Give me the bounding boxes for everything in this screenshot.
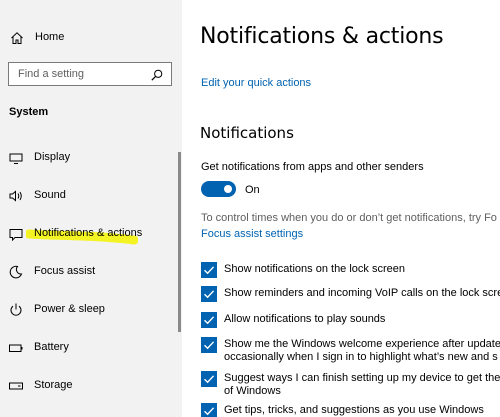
sidebar-home[interactable]: Home	[0, 26, 182, 52]
notifications-heading: Notifications	[200, 124, 294, 142]
sidebar-item-label: Storage	[34, 379, 73, 391]
sidebar-item-label: Battery	[34, 341, 69, 353]
battery-icon	[8, 340, 24, 356]
home-icon	[10, 31, 24, 45]
display-icon	[8, 150, 24, 166]
checkbox-checked-icon[interactable]	[201, 337, 217, 353]
checkbox-checked-icon[interactable]	[201, 371, 217, 387]
get-notifications-label: Get notifications from apps and other se…	[201, 161, 424, 173]
home-label: Home	[35, 31, 65, 43]
checkbox-label: Allow notifications to play sounds	[224, 313, 386, 325]
sidebar-item-label: Notifications & actions	[34, 227, 143, 239]
focus-assist-settings-link[interactable]: Focus assist settings	[201, 228, 303, 240]
search-icon[interactable]	[151, 68, 163, 81]
sidebar-item-battery[interactable]: Battery	[0, 333, 180, 363]
sidebar-item-label: Display	[34, 151, 71, 163]
focus-assist-description: To control times when you do or don’t ge…	[201, 212, 497, 224]
sidebar-item-label: Focus assist	[34, 265, 96, 277]
power-icon	[8, 302, 24, 318]
sidebar-item-focus-assist[interactable]: Focus assist	[0, 257, 180, 287]
checkbox-label: Show reminders and incoming VoIP calls o…	[224, 287, 500, 299]
sidebar: Home Find a setting System Display Sound…	[0, 0, 182, 417]
section-title: System	[9, 106, 49, 118]
storage-icon	[8, 378, 24, 394]
checkbox-checked-icon[interactable]	[201, 262, 217, 278]
focus-assist-icon	[8, 264, 24, 280]
sidebar-item-storage[interactable]: Storage	[0, 371, 180, 401]
page-title: Notifications & actions	[200, 24, 444, 49]
sidebar-item-label: Sound	[34, 189, 66, 201]
toggle-knob	[224, 185, 232, 193]
sound-icon	[8, 188, 24, 204]
sidebar-item-display[interactable]: Display	[0, 143, 180, 173]
checkbox-label: Get tips, tricks, and suggestions as you…	[224, 404, 484, 416]
edit-quick-actions-link[interactable]: Edit your quick actions	[201, 77, 311, 89]
toggle-state-label: On	[245, 184, 260, 196]
checkbox-label: Suggest ways I can finish setting up my …	[224, 372, 500, 397]
checkbox-checked-icon[interactable]	[201, 312, 217, 328]
search-input[interactable]: Find a setting	[8, 62, 172, 86]
notifications-icon	[8, 226, 24, 242]
sidebar-item-sound[interactable]: Sound	[0, 181, 180, 211]
sidebar-scrollbar[interactable]	[178, 152, 181, 332]
checkbox-label: Show notifications on the lock screen	[224, 263, 405, 275]
checkbox-checked-icon[interactable]	[201, 286, 217, 302]
sidebar-item-power-sleep[interactable]: Power & sleep	[0, 295, 180, 325]
search-placeholder: Find a setting	[18, 68, 85, 80]
main-content: Notifications & actions Edit your quick …	[182, 0, 500, 417]
checkbox-label: Show me the Windows welcome experience a…	[224, 338, 500, 363]
sidebar-item-label: Power & sleep	[34, 303, 105, 315]
notifications-toggle[interactable]	[201, 181, 236, 197]
sidebar-item-notifications[interactable]: Notifications & actions	[0, 219, 180, 249]
checkbox-checked-icon[interactable]	[201, 403, 217, 417]
